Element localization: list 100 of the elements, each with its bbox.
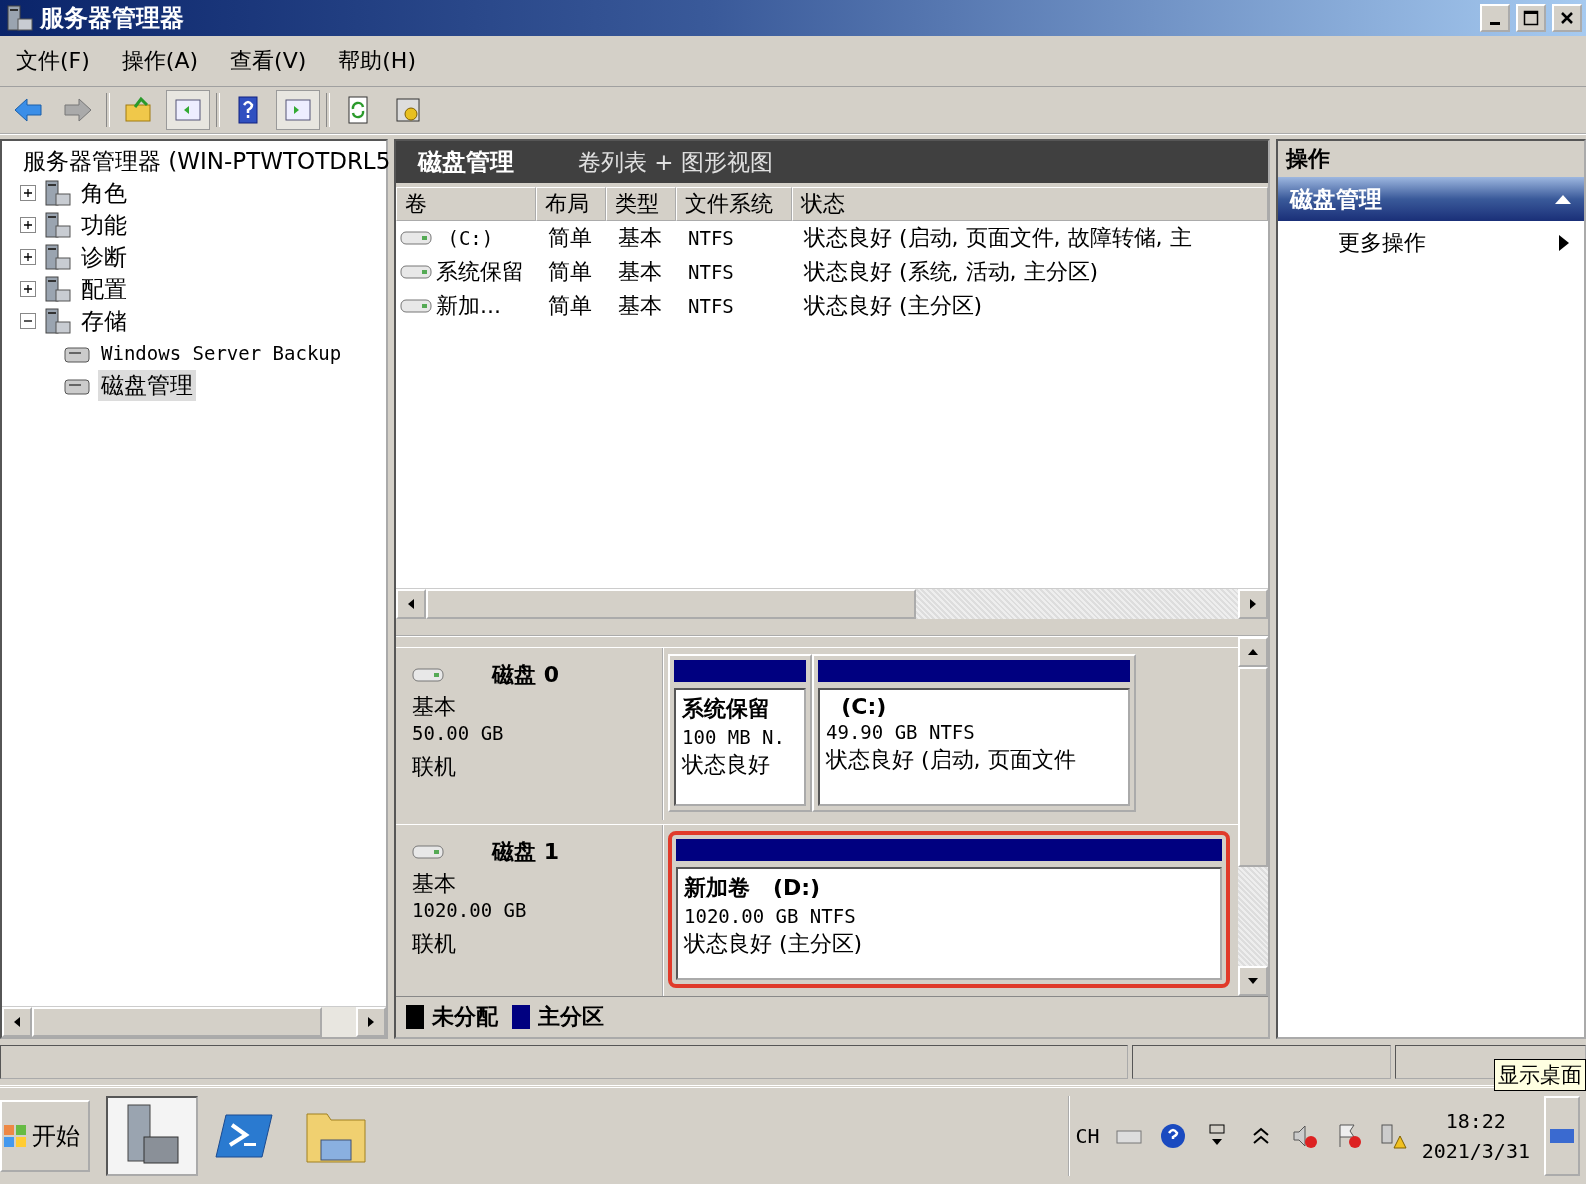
menu-item[interactable]: 帮助(H) [330, 44, 424, 78]
action-item[interactable]: 更多操作 [1278, 221, 1584, 265]
partition-size: 100 MB N. [682, 726, 786, 748]
expand-toggle[interactable] [20, 281, 36, 297]
partition-status: 状态良好 [682, 751, 771, 779]
tree-item[interactable]: 磁盘管理 [98, 369, 196, 401]
menu-item[interactable]: 操作(A) [113, 44, 207, 78]
vertical-scrollbar[interactable] [1238, 637, 1268, 996]
disk-info: 50.00 GB [412, 722, 505, 746]
plus-icon [23, 252, 33, 262]
powershell-icon [214, 1111, 274, 1161]
close-button[interactable] [1552, 4, 1582, 32]
table-cell-text: 基本 [617, 292, 663, 320]
server-icon [42, 178, 72, 208]
menu-item[interactable]: 文件(F) [8, 44, 98, 78]
partition-title: (C:) [840, 694, 888, 719]
pane-title: 磁盘管理 [418, 147, 514, 178]
tree-item[interactable]: 存储 [78, 305, 130, 337]
tree-item[interactable]: 配置 [78, 273, 130, 305]
table-cell-text: 状态良好 (启动, 页面文件, 故障转储, 主 [803, 224, 1193, 252]
tree-item[interactable]: 服务器管理器 (WIN-PTWTOTDRL5 [20, 145, 394, 177]
back-arrow-icon [13, 95, 43, 125]
actions-title: 操作 [1278, 141, 1584, 177]
partition-title: 新加卷 (D:) [684, 873, 822, 902]
plus-icon [23, 188, 33, 198]
plus-icon [23, 220, 33, 230]
horizontal-scrollbar[interactable] [396, 588, 1268, 619]
table-cell-text: 基本 [617, 258, 663, 286]
submenu-arrow-icon [1558, 234, 1570, 252]
server-icon [42, 306, 72, 336]
drive-icon [400, 230, 432, 246]
table-cell-text: NTFS [687, 226, 735, 251]
column-header[interactable]: 文件系统 [676, 187, 792, 221]
table-cell-text: NTFS [687, 294, 735, 319]
windows-logo-icon [2, 1123, 28, 1149]
partition-size: 49.90 GB NTFS [826, 721, 976, 743]
maximize-button[interactable] [1516, 4, 1546, 32]
disk-name: 磁盘 0 [492, 661, 559, 689]
disk-info: 基本 [412, 869, 457, 897]
maximize-icon [1523, 10, 1539, 26]
plus-icon [23, 284, 33, 294]
disk-info: 联机 [412, 753, 457, 780]
show-desktop-button[interactable] [1544, 1096, 1580, 1176]
table-cell-text: 简单 [547, 292, 593, 320]
column-header[interactable]: 状态 [792, 187, 1268, 221]
minimize-button[interactable] [1480, 4, 1510, 32]
clock-time[interactable]: 18:22 [1445, 1109, 1506, 1133]
legend-label: 主分区 [538, 1003, 604, 1031]
drive-icon [400, 298, 432, 314]
table-cell-text: 简单 [547, 258, 593, 286]
tree-item[interactable]: 诊断 [78, 241, 130, 273]
partition[interactable]: (C:) 49.90 GB NTFS 状态良好 (启动, 页面文件 [812, 654, 1136, 812]
table-cell-text: NTFS [687, 260, 735, 285]
table-cell-text: 系统保留 [436, 258, 524, 286]
tree-item[interactable]: Windows Server Backup [98, 342, 345, 364]
start-button[interactable]: 开始 [0, 1100, 90, 1172]
clock-date[interactable]: 2021/3/31 [1421, 1139, 1530, 1163]
table-cell-text: 状态良好 (系统, 活动, 主分区) [803, 258, 1100, 286]
view-subtitle: 卷列表 + 图形视图 [578, 147, 773, 177]
menu-item[interactable]: 查看(V) [222, 44, 315, 78]
properties-icon [393, 95, 423, 125]
expand-toggle[interactable] [20, 249, 36, 265]
expand-toggle[interactable] [20, 185, 36, 201]
expand-toggle[interactable] [20, 217, 36, 233]
partition[interactable]: 系统保留 100 MB N. 状态良好 [668, 654, 812, 812]
tree-item[interactable]: 角色 [78, 177, 130, 209]
disk-info: 联机 [412, 929, 457, 957]
server-icon [4, 3, 34, 33]
legend-label: 未分配 [432, 1003, 498, 1031]
server-icon [42, 242, 72, 272]
minimize-icon [1490, 21, 1500, 25]
desktop-icon [1549, 1126, 1575, 1146]
partition[interactable]: 新加卷 (D:) 1020.00 GB NTFS 状态良好 (主分区) [668, 830, 1230, 988]
folder-up-icon [123, 95, 153, 125]
language-indicator[interactable]: CH [1075, 1124, 1100, 1148]
drive-icon [400, 264, 432, 280]
drive-icon [412, 667, 444, 683]
partition-status: 状态良好 (启动, 页面文件 [826, 746, 1077, 774]
table-cell-text: 状态良好 (主分区) [803, 292, 984, 320]
column-header[interactable]: 卷 [396, 187, 536, 221]
expand-toggle[interactable] [20, 313, 36, 329]
collapse-arrow-icon [1554, 193, 1572, 205]
table-cell-text: 新加... [436, 292, 501, 320]
tooltip: 显示桌面 [1494, 1059, 1586, 1091]
drive-icon [412, 843, 444, 860]
actions-section-header[interactable]: 磁盘管理 [1278, 177, 1584, 221]
disk-name: 磁盘 1 [492, 837, 559, 866]
partition-size: 1020.00 GB NTFS [684, 904, 857, 927]
taskbar-app[interactable] [106, 1096, 198, 1176]
column-header[interactable]: 布局 [536, 187, 606, 221]
horizontal-scrollbar[interactable] [2, 1006, 386, 1037]
table-cell-text: 简单 [547, 224, 593, 252]
tree-item[interactable]: 功能 [78, 209, 130, 241]
window-title: 服务器管理器 [40, 3, 185, 34]
partition-status: 状态良好 (主分区) [684, 929, 864, 958]
disk-info: 基本 [412, 693, 457, 720]
table-cell-text: 基本 [617, 224, 663, 252]
column-header[interactable]: 类型 [606, 187, 676, 221]
server-icon [42, 210, 72, 240]
disk-info: 1020.00 GB [412, 898, 528, 923]
